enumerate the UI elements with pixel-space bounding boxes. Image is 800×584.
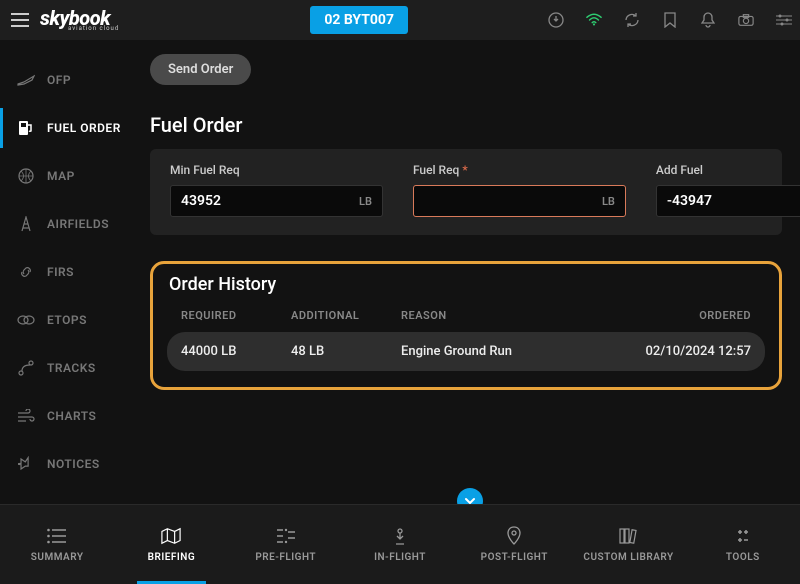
- cell-additional: 48 LB: [291, 344, 401, 359]
- sidebar-item-label: AIRFIELDS: [47, 217, 109, 231]
- min-fuel-field: Min Fuel Req LB: [170, 163, 383, 217]
- sidebar: OFP FUEL ORDER MAP AIRFIELDS FIRS ETOPS: [0, 40, 140, 504]
- main-content: Send Order Fuel Order Min Fuel Req LB Fu…: [140, 40, 800, 504]
- cell-ordered: 02/10/2024 12:57: [621, 344, 751, 359]
- fuel-req-input-wrap[interactable]: LB: [413, 185, 626, 217]
- tab-label: CUSTOM LIBRARY: [583, 552, 673, 563]
- sidebar-item-ofp[interactable]: OFP: [0, 60, 140, 100]
- cell-required: 44000 LB: [181, 344, 291, 359]
- wifi-icon[interactable]: [586, 12, 602, 28]
- sidebar-item-label: TRACKS: [47, 361, 96, 375]
- route-icon: [17, 359, 35, 377]
- tab-custom-library[interactable]: CUSTOM LIBRARY: [571, 505, 685, 584]
- sidebar-item-label: FUEL ORDER: [47, 121, 121, 135]
- globe-icon: [17, 167, 35, 185]
- flight-id-pill[interactable]: 02 BYT007: [310, 6, 408, 34]
- add-fuel-field: Add Fuel LB: [656, 163, 800, 217]
- list-icon: [47, 526, 67, 546]
- tab-tools[interactable]: TOOLS: [686, 505, 800, 584]
- postflight-icon: [504, 526, 524, 546]
- order-history-section: Order History REQUIRED ADDITIONAL REASON…: [150, 261, 782, 390]
- col-header-required: REQUIRED: [181, 309, 291, 322]
- sidebar-item-tracks[interactable]: TRACKS: [0, 348, 140, 388]
- fuel-inputs-card: Min Fuel Req LB Fuel Req * LB Add Fuel: [150, 149, 782, 235]
- download-icon[interactable]: [548, 12, 564, 28]
- cell-reason: Engine Ground Run: [401, 344, 621, 359]
- fuel-pump-icon: [17, 119, 35, 137]
- sidebar-item-firs[interactable]: FIRS: [0, 252, 140, 292]
- tab-label: POST-FLIGHT: [481, 552, 548, 563]
- sidebar-item-etops[interactable]: ETOPS: [0, 300, 140, 340]
- add-fuel-input[interactable]: [667, 193, 800, 209]
- pin-icon: [17, 455, 35, 473]
- fuel-req-label: Fuel Req *: [413, 163, 626, 177]
- map-icon: [161, 526, 181, 546]
- tab-summary[interactable]: SUMMARY: [0, 505, 114, 584]
- tab-postflight[interactable]: POST-FLIGHT: [457, 505, 571, 584]
- sidebar-item-label: ETOPS: [47, 313, 87, 327]
- bell-icon[interactable]: [700, 12, 716, 28]
- fuel-req-field: Fuel Req * LB: [413, 163, 626, 217]
- sidebar-item-label: CHARTS: [47, 409, 96, 423]
- sidebar-item-fuel-order[interactable]: FUEL ORDER: [0, 108, 140, 148]
- bookmark-icon[interactable]: [662, 12, 678, 28]
- scroll-down-button[interactable]: [457, 488, 483, 504]
- logo: skybook aviation cloud: [40, 8, 119, 32]
- unit-label: LB: [602, 195, 615, 208]
- min-fuel-input-wrap[interactable]: LB: [170, 185, 383, 217]
- etops-icon: [17, 311, 35, 329]
- header-bar: skybook aviation cloud 02 BYT007: [0, 0, 800, 40]
- header-icons: [548, 12, 792, 28]
- col-header-reason: REASON: [401, 309, 621, 322]
- add-fuel-label: Add Fuel: [656, 163, 800, 177]
- plane-depart-icon: [17, 71, 35, 89]
- sidebar-item-airfields[interactable]: AIRFIELDS: [0, 204, 140, 244]
- history-table-header: REQUIRED ADDITIONAL REASON ORDERED: [167, 309, 765, 322]
- sidebar-item-map[interactable]: MAP: [0, 156, 140, 196]
- history-row[interactable]: 44000 LB 48 LB Engine Ground Run 02/10/2…: [167, 332, 765, 371]
- page-title: Fuel Order: [150, 113, 782, 137]
- send-order-button[interactable]: Send Order: [150, 54, 251, 85]
- inflight-icon: [390, 526, 410, 546]
- sidebar-item-notices[interactable]: NOTICES: [0, 444, 140, 484]
- tab-label: SUMMARY: [31, 552, 84, 563]
- wind-icon: [17, 407, 35, 425]
- camera-icon[interactable]: [738, 12, 754, 28]
- chevron-down-icon: [463, 494, 477, 504]
- tab-briefing[interactable]: BRIEFING: [114, 505, 228, 584]
- tab-label: TOOLS: [726, 552, 760, 563]
- tools-icon: [733, 526, 753, 546]
- sidebar-item-label: MAP: [47, 169, 75, 183]
- tab-inflight[interactable]: IN-FLIGHT: [343, 505, 457, 584]
- sidebar-item-label: OFP: [47, 73, 71, 87]
- library-icon: [619, 526, 639, 546]
- sidebar-item-label: NOTICES: [47, 457, 100, 471]
- add-fuel-input-wrap[interactable]: LB: [656, 185, 800, 217]
- order-history-title: Order History: [169, 274, 765, 295]
- sidebar-item-charts[interactable]: CHARTS: [0, 396, 140, 436]
- tab-label: BRIEFING: [148, 552, 195, 563]
- min-fuel-label: Min Fuel Req: [170, 163, 383, 177]
- logo-subtitle: aviation cloud: [68, 26, 119, 32]
- unit-label: LB: [359, 195, 372, 208]
- preflight-icon: [276, 526, 296, 546]
- bottom-nav: SUMMARY BRIEFING PRE-FLIGHT IN-FLIGHT PO…: [0, 504, 800, 584]
- fuel-req-input[interactable]: [424, 193, 602, 209]
- tab-label: PRE-FLIGHT: [255, 552, 316, 563]
- min-fuel-input[interactable]: [181, 193, 359, 209]
- settings-sliders-icon[interactable]: [776, 12, 792, 28]
- required-star-icon: *: [462, 163, 467, 177]
- col-header-ordered: ORDERED: [621, 309, 751, 322]
- tab-preflight[interactable]: PRE-FLIGHT: [229, 505, 343, 584]
- sync-icon[interactable]: [624, 12, 640, 28]
- menu-icon[interactable]: [8, 8, 32, 32]
- sidebar-item-label: FIRS: [47, 265, 74, 279]
- link-icon: [17, 263, 35, 281]
- col-header-additional: ADDITIONAL: [291, 309, 401, 322]
- runway-icon: [17, 215, 35, 233]
- tab-label: IN-FLIGHT: [374, 552, 426, 563]
